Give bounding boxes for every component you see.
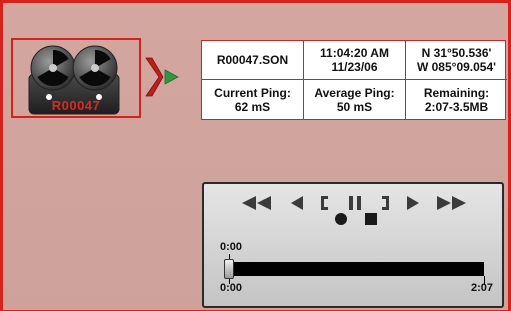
current-position-time: 0:00 — [220, 241, 243, 253]
fast-forward-icon[interactable] — [436, 196, 466, 210]
filename: R00047.SON — [216, 53, 289, 67]
playback-panel: 0:00 0:00 2:07 — [202, 182, 504, 308]
playback-position-slider[interactable] — [224, 259, 234, 279]
record-icon[interactable] — [334, 212, 348, 226]
average-ping-label: Average Ping: — [314, 85, 395, 100]
current-ping-value: 62 mS — [234, 99, 271, 114]
position-cell: N 31°50.536' W 085°09.054' — [406, 41, 507, 80]
rewind-fast-icon[interactable] — [242, 196, 272, 210]
date-value: 11/23/06 — [331, 60, 378, 74]
stop-icon[interactable] — [364, 212, 378, 226]
recording-tape-icon-box[interactable]: R00047 — [11, 38, 141, 118]
remaining-cell: Remaining: 2:07-3.5MB — [406, 80, 507, 119]
filename-cell: R00047.SON — [202, 41, 304, 80]
latitude-value: N 31°50.536' — [421, 46, 492, 60]
longitude-value: W 085°09.054' — [416, 60, 497, 74]
pause-icon[interactable] — [348, 196, 362, 210]
selection-arrow-icon — [145, 57, 179, 97]
time-value: 11:04:20 AM — [320, 46, 389, 60]
rewind-icon[interactable] — [290, 196, 304, 210]
recording-file-label: R00047 — [51, 98, 101, 113]
current-ping-label: Current Ping: — [214, 85, 291, 100]
mark-in-icon[interactable] — [320, 196, 332, 210]
datetime-cell: 11:04:20 AM 11/23/06 — [304, 41, 406, 80]
current-ping-cell: Current Ping: 62 mS — [202, 80, 304, 119]
recording-info-table: R00047.SON 11:04:20 AM 11/23/06 N 31°50.… — [201, 40, 507, 120]
average-ping-value: 50 mS — [336, 99, 373, 114]
mark-out-icon[interactable] — [379, 196, 391, 210]
play-icon[interactable] — [406, 196, 420, 210]
remaining-label: Remaining: — [423, 85, 490, 100]
timeline-end-time: 2:07 — [471, 282, 494, 294]
timeline-start-time: 0:00 — [220, 282, 243, 294]
remaining-value: 2:07-3.5MB — [424, 99, 489, 114]
playback-timeline-track[interactable] — [232, 262, 484, 276]
average-ping-cell: Average Ping: 50 mS — [304, 80, 406, 119]
